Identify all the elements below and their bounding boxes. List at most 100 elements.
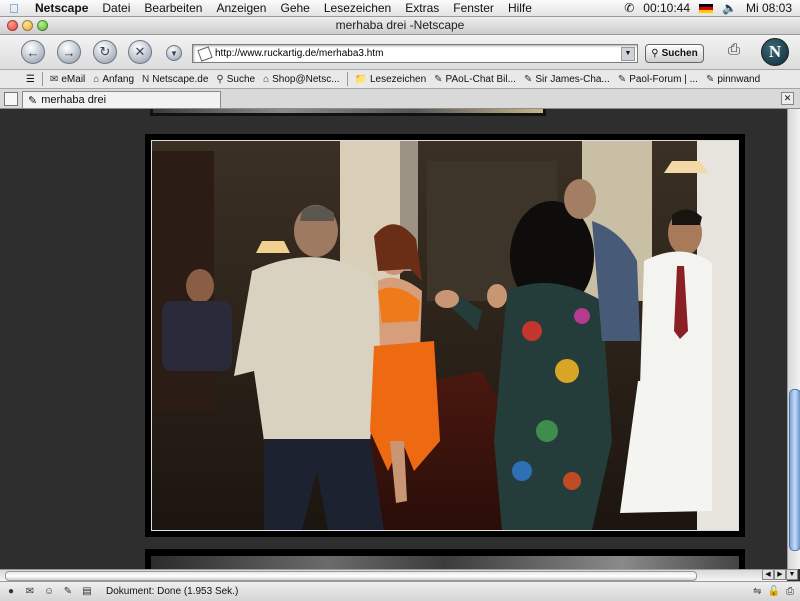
timer-text[interactable]: 00:10:44 [643, 1, 690, 15]
bookmark-label: Netscape.de [152, 73, 209, 85]
tab-bar: ✎ merhaba drei ✕ [0, 89, 800, 109]
search-button-label: Suchen [661, 48, 698, 59]
german-flag-icon[interactable] [699, 3, 714, 13]
window-title-bar: merhaba drei -Netscape [0, 17, 800, 35]
bookmark-label: Shop@Netsc... [272, 73, 340, 85]
volume-icon[interactable]: 🔈 [722, 1, 737, 15]
photo-frame [145, 134, 745, 537]
bookmark-label: Lesezeichen [370, 73, 427, 85]
bookmark-paol-chat[interactable]: ✎ PAoL-Chat Bil... [430, 74, 520, 85]
search-icon: ⚲ [216, 73, 224, 85]
scroll-right-arrow-icon[interactable]: ▶ [774, 569, 786, 580]
instant-messenger-icon[interactable]: ☺ [42, 586, 56, 598]
scroll-left-arrow-icon[interactable]: ◀ [762, 569, 774, 580]
bookmark-suche[interactable]: ⚲ Suche [212, 74, 259, 85]
forward-button[interactable]: → [57, 40, 81, 64]
menu-fenster[interactable]: Fenster [446, 1, 501, 15]
sidebar-toggle-icon[interactable] [4, 92, 18, 106]
bookmark-label: PAoL-Chat Bil... [445, 73, 516, 85]
window-controls [7, 20, 48, 31]
toolbar-collapse-icon[interactable]: ☰ [0, 74, 39, 85]
bookmark-anfang[interactable]: ⌂ Anfang [89, 74, 138, 85]
horizontal-scroll-arrows: ◀ ▶ ▼ [762, 569, 800, 580]
menu-datei[interactable]: Datei [95, 1, 137, 15]
bookmark-label: pinnwand [717, 73, 761, 85]
menu-bearbeiten[interactable]: Bearbeiten [137, 1, 209, 15]
security-lock-icon[interactable]: 🔓 [768, 586, 780, 597]
bookmark-label: Sir James-Cha... [535, 73, 610, 85]
print-icon[interactable]: ⎙ [722, 41, 746, 61]
bookmark-shop[interactable]: ⌂ Shop@Netsc... [259, 74, 343, 85]
netscape-logo[interactable]: N [761, 38, 789, 66]
horizontal-scrollbar[interactable] [0, 569, 787, 581]
menu-lesezeichen[interactable]: Lesezeichen [317, 1, 398, 15]
navigation-toolbar: ← → ↻ ✕ ▼ ▼ ⚲ Suchen ⎙ N [0, 35, 800, 70]
mail-icon: ✉ [49, 73, 59, 85]
bookmark-icon: ✎ [705, 73, 715, 85]
stop-button[interactable]: ✕ [128, 40, 152, 64]
dance-photo-image [152, 141, 738, 530]
chevron-down-icon: ▼ [170, 48, 178, 58]
shop-icon: ⌂ [263, 73, 270, 85]
vertical-scrollbar[interactable] [787, 109, 800, 569]
search-button[interactable]: ⚲ Suchen [645, 44, 704, 63]
personal-toolbar: ☰ ✉ eMail ⌂ Anfang N Netscape.de ⚲ Suche ⌂ Sh… [0, 70, 800, 89]
bookmark-pinnwand[interactable]: ✎ pinnwand [702, 74, 764, 85]
scroll-down-arrow-icon[interactable]: ▼ [786, 569, 798, 580]
bookmark-label: Paol-Forum | ... [629, 73, 698, 85]
composer-icon[interactable]: ✎ [61, 586, 75, 598]
url-bar[interactable]: ▼ [192, 44, 638, 63]
back-button[interactable]: ← [21, 40, 45, 64]
menu-anzeigen[interactable]: Anzeigen [209, 1, 273, 15]
vertical-scroll-thumb[interactable] [789, 389, 800, 551]
bookmark-lesezeichen[interactable]: 📁 Lesezeichen [351, 74, 431, 85]
bookmark-icon: ✎ [523, 73, 533, 85]
menu-app-netscape[interactable]: Netscape [28, 1, 95, 15]
navigator-icon[interactable]: ● [4, 586, 18, 598]
menu-bar:  Netscape Datei Bearbeiten Anzeigen Geh… [0, 0, 800, 17]
netscape-icon: N [142, 73, 150, 85]
reload-icon: ↻ [99, 44, 111, 59]
tab-merhaba-drei[interactable]: ✎ merhaba drei [22, 91, 221, 108]
toolbar-divider [346, 72, 348, 86]
status-bar: ● ✉ ☺ ✎ ▤ Dokument: Done (1.953 Sek.) ⇋ … [0, 581, 800, 601]
address-book-icon[interactable]: ▤ [80, 586, 94, 598]
url-dropdown-icon[interactable]: ▼ [621, 46, 635, 61]
url-input[interactable] [215, 48, 621, 59]
component-bar: ● ✉ ☺ ✎ ▤ [0, 586, 96, 598]
reload-button[interactable]: ↻ [93, 40, 117, 64]
menu-hilfe[interactable]: Hilfe [501, 1, 539, 15]
bookmark-sir-james[interactable]: ✎ Sir James-Cha... [520, 74, 614, 85]
close-window-button[interactable] [7, 20, 18, 31]
bookmark-label: Anfang [102, 73, 135, 85]
menu-extras[interactable]: Extras [398, 1, 446, 15]
apple-menu-icon[interactable]:  [0, 1, 28, 16]
menu-gehe[interactable]: Gehe [273, 1, 316, 15]
search-icon: ⚲ [651, 48, 659, 59]
minimize-window-button[interactable] [22, 20, 33, 31]
status-right-icons: ⇋ 🔓 ⎙ [753, 586, 800, 597]
home-icon: ⌂ [93, 73, 100, 85]
clock-text[interactable]: Mi 08:03 [746, 1, 792, 15]
mail-icon[interactable]: ✉ [23, 586, 37, 598]
arrow-left-icon: ← [26, 44, 40, 60]
print-status-icon[interactable]: ⎙ [786, 586, 794, 597]
page-icon: ✎ [28, 94, 38, 107]
status-text: Dokument: Done (1.953 Sek.) [106, 586, 239, 597]
close-tab-icon[interactable]: ✕ [781, 92, 794, 105]
horizontal-scroll-thumb[interactable] [5, 571, 697, 581]
toolbar-divider [41, 72, 43, 86]
bookmark-netscape[interactable]: N Netscape.de [138, 74, 212, 85]
menu-extras-right: ✆ 00:10:44 🔈 Mi 08:03 [624, 1, 800, 15]
phone-icon[interactable]: ✆ [624, 1, 634, 15]
page-icon [197, 45, 213, 62]
zoom-window-button[interactable] [37, 20, 48, 31]
bookmark-label: eMail [61, 73, 86, 85]
tab-label: merhaba drei [41, 94, 107, 106]
history-dropdown-button[interactable]: ▼ [166, 45, 182, 61]
bookmark-label: Suche [226, 73, 256, 85]
bookmark-paol-forum[interactable]: ✎ Paol-Forum | ... [614, 74, 702, 85]
page-content [0, 109, 787, 569]
bookmark-email[interactable]: ✉ eMail [46, 74, 89, 85]
online-status-icon[interactable]: ⇋ [753, 586, 761, 597]
